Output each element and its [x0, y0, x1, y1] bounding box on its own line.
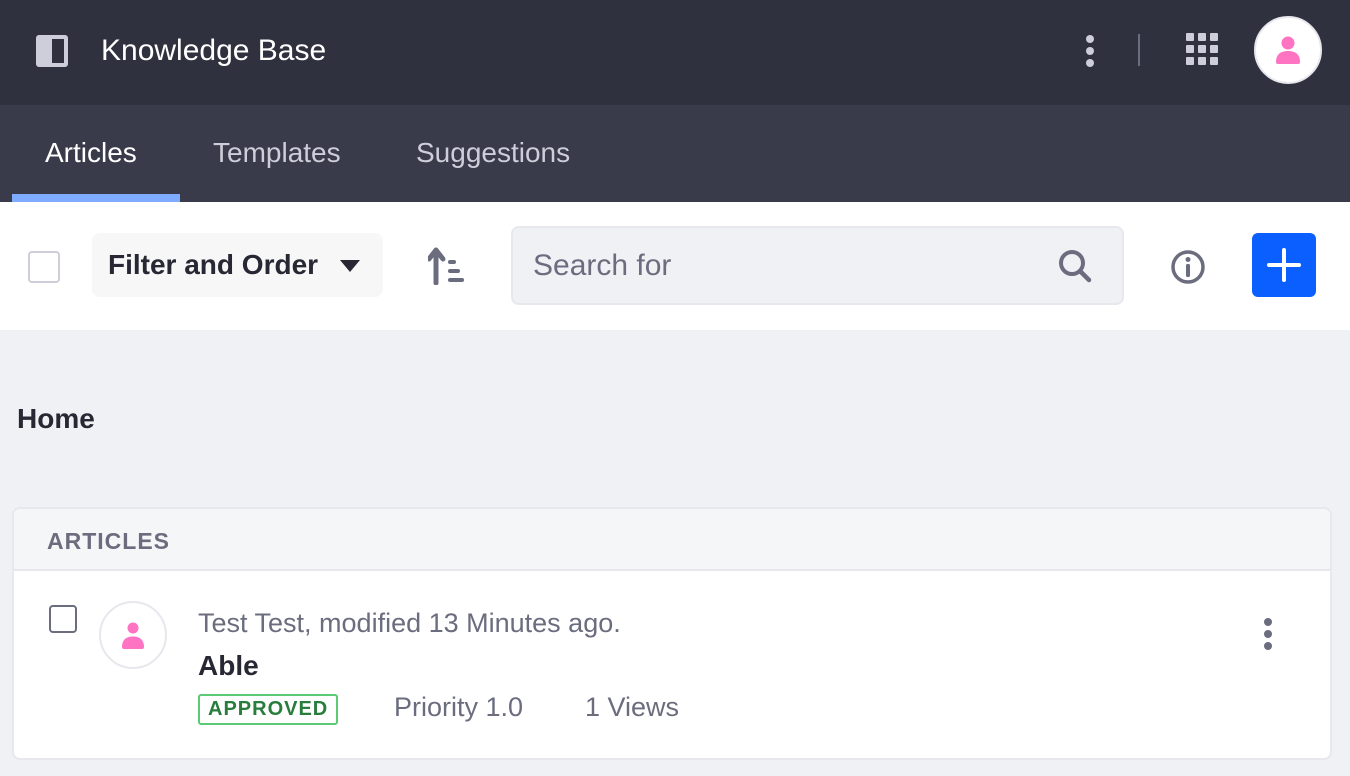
- apps-grid-icon[interactable]: [1186, 33, 1222, 69]
- article-meta: Test Test, modified 13 Minutes ago.: [198, 608, 621, 638]
- author-avatar: [99, 601, 167, 669]
- search-input[interactable]: [533, 246, 1053, 286]
- user-avatar[interactable]: [1254, 16, 1322, 84]
- select-all-checkbox[interactable]: [28, 251, 60, 283]
- article-title-link[interactable]: Able: [198, 648, 259, 684]
- header-divider: [1138, 34, 1140, 66]
- vertical-ellipsis-icon[interactable]: [1256, 615, 1280, 653]
- article-views: 1 Views: [585, 692, 680, 722]
- article-checkbox[interactable]: [49, 605, 77, 633]
- user-icon: [122, 622, 144, 649]
- filter-and-order-dropdown[interactable]: Filter and Order: [92, 233, 383, 297]
- articles-section-title: ARTICLES: [47, 528, 170, 554]
- vertical-ellipsis-icon[interactable]: [1078, 32, 1102, 70]
- order-arrow-up-icon[interactable]: [426, 247, 468, 286]
- tab-suggestions[interactable]: Suggestions: [416, 135, 570, 171]
- add-article-button[interactable]: [1252, 233, 1316, 297]
- search-icon[interactable]: [1057, 248, 1093, 284]
- active-tab-indicator: [12, 194, 180, 202]
- breadcrumb-home: Home: [17, 403, 95, 434]
- article-priority: Priority 1.0: [394, 692, 524, 722]
- articles-panel-header: ARTICLES: [14, 509, 1330, 571]
- info-circle-icon[interactable]: [1170, 249, 1206, 285]
- plus-icon: [1267, 248, 1301, 282]
- articles-panel: ARTICLES Test Test, modified 13 Minutes …: [12, 507, 1332, 760]
- management-toolbar: Filter and Order: [0, 202, 1350, 330]
- tab-articles[interactable]: Articles: [45, 135, 137, 171]
- sidebar-panel-icon[interactable]: [36, 35, 68, 67]
- filter-and-order-label: Filter and Order: [108, 249, 319, 280]
- user-icon: [1276, 36, 1300, 64]
- caret-down-icon: [340, 259, 360, 277]
- tab-bar: Articles Templates Suggestions: [0, 105, 1350, 202]
- tab-templates[interactable]: Templates: [213, 135, 341, 171]
- app-title: Knowledge Base: [101, 34, 327, 67]
- status-badge: APPROVED: [198, 694, 339, 725]
- search-field: [511, 226, 1124, 305]
- top-navigation-bar: Knowledge Base: [0, 0, 1350, 105]
